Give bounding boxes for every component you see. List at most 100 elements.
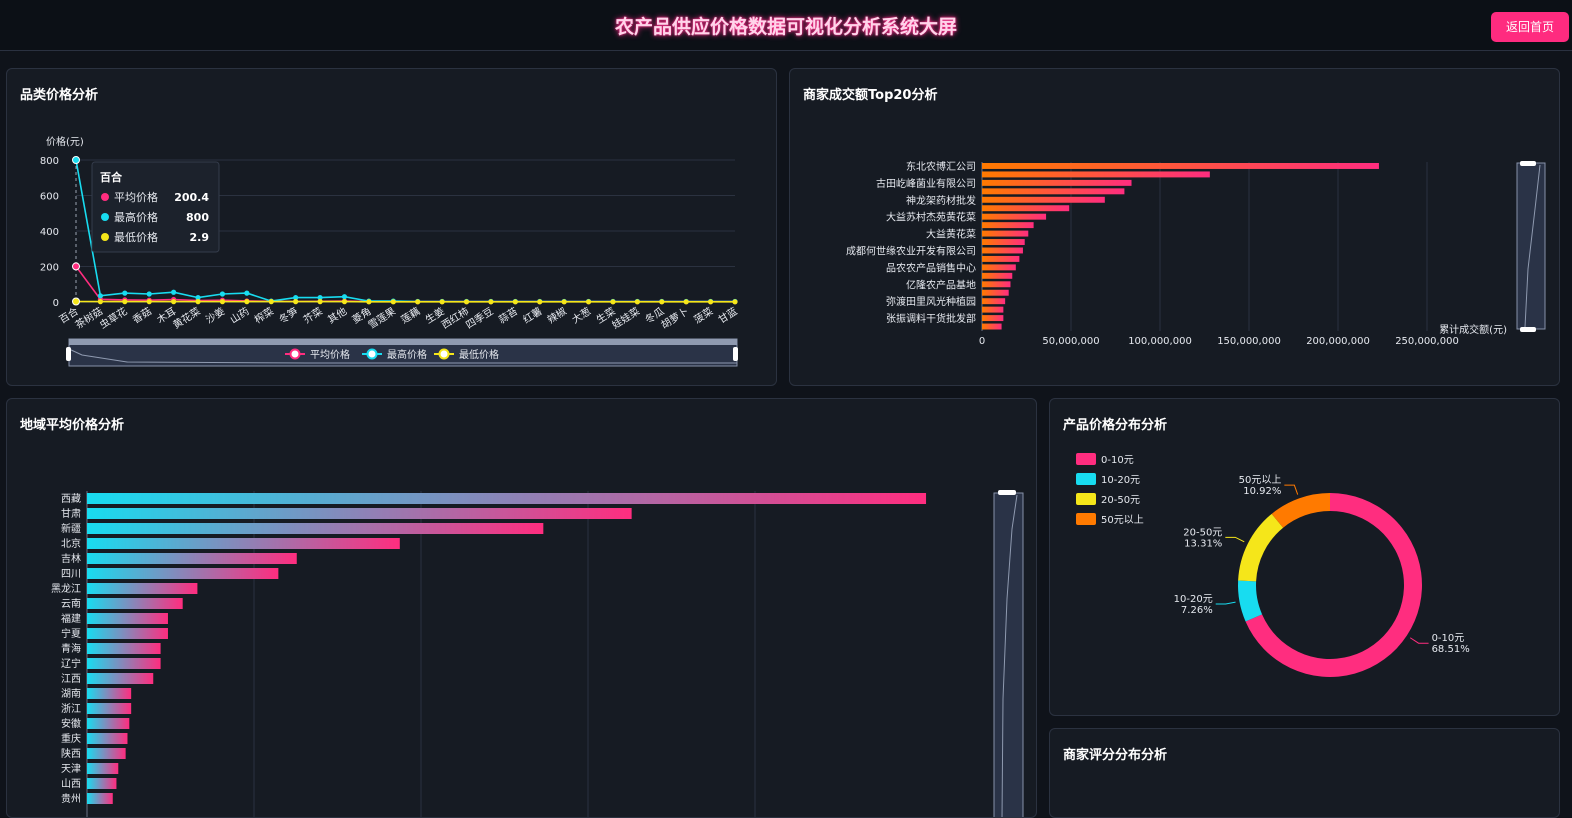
data-point[interactable] (171, 299, 176, 304)
data-point[interactable] (171, 290, 176, 295)
bar[interactable] (982, 214, 1046, 220)
data-point[interactable] (391, 299, 396, 304)
bar[interactable] (87, 688, 131, 699)
data-point[interactable] (220, 291, 225, 296)
legend-swatch[interactable] (1076, 493, 1096, 505)
data-point[interactable] (342, 294, 347, 299)
bar[interactable] (982, 171, 1210, 177)
legend-label[interactable]: 50元以上 (1101, 514, 1144, 526)
legend-label[interactable]: 10-20元 (1101, 475, 1140, 486)
legend-label[interactable]: 平均价格 (310, 348, 350, 361)
legend-swatch[interactable] (1076, 513, 1096, 525)
bar[interactable] (87, 628, 168, 639)
bar[interactable] (982, 222, 1034, 228)
data-point[interactable] (562, 299, 567, 304)
bar[interactable] (982, 290, 1009, 296)
bar[interactable] (87, 538, 400, 549)
legend-marker[interactable] (440, 350, 449, 359)
data-point[interactable] (366, 299, 371, 304)
zoom-handle-bottom[interactable] (1520, 327, 1536, 332)
bar[interactable] (982, 180, 1132, 186)
bar[interactable] (87, 598, 183, 609)
data-point[interactable] (635, 299, 640, 304)
data-point[interactable] (98, 293, 103, 298)
bar[interactable] (982, 231, 1028, 237)
back-home-button[interactable]: 返回首页 (1491, 12, 1569, 42)
bar[interactable] (87, 763, 118, 774)
legend-swatch[interactable] (1076, 473, 1096, 485)
data-point[interactable] (732, 299, 737, 304)
data-point[interactable] (342, 299, 347, 304)
data-point[interactable] (293, 299, 298, 304)
data-point[interactable] (464, 299, 469, 304)
data-point[interactable] (98, 299, 103, 304)
data-point[interactable] (244, 291, 249, 296)
bar[interactable] (87, 493, 926, 504)
bar[interactable] (87, 733, 127, 744)
data-point[interactable] (73, 263, 80, 270)
pie-slice[interactable] (1238, 581, 1262, 622)
bar[interactable] (982, 248, 1023, 254)
pie-slice[interactable] (1238, 514, 1283, 582)
zoom-handle-top[interactable] (998, 490, 1016, 495)
legend-label[interactable]: 0-10元 (1101, 455, 1134, 466)
bar[interactable] (87, 718, 129, 729)
data-point[interactable] (195, 299, 200, 304)
data-point[interactable] (586, 299, 591, 304)
bar[interactable] (982, 281, 1010, 287)
zoom-handle-top[interactable] (1520, 161, 1536, 166)
data-point[interactable] (415, 299, 420, 304)
data-point[interactable] (122, 299, 127, 304)
data-point[interactable] (513, 299, 518, 304)
bar[interactable] (87, 553, 297, 564)
bar[interactable] (87, 508, 632, 519)
data-point[interactable] (488, 299, 493, 304)
bar[interactable] (982, 197, 1105, 203)
legend-marker[interactable] (291, 350, 300, 359)
data-point[interactable] (440, 299, 445, 304)
bar[interactable] (982, 256, 1019, 262)
bar[interactable] (982, 307, 1003, 313)
bar[interactable] (87, 658, 161, 669)
legend-label[interactable]: 20-50元 (1101, 495, 1140, 506)
bar[interactable] (982, 239, 1025, 245)
zoom-slider-track[interactable] (994, 493, 1023, 818)
data-point[interactable] (220, 299, 225, 304)
bar[interactable] (87, 583, 197, 594)
zoom-handle-right[interactable] (733, 347, 738, 361)
bar[interactable] (982, 298, 1005, 304)
bar[interactable] (982, 205, 1069, 211)
data-point[interactable] (73, 298, 80, 305)
bar[interactable] (87, 613, 168, 624)
bar[interactable] (982, 273, 1012, 279)
data-point[interactable] (147, 291, 152, 296)
bar[interactable] (87, 793, 113, 804)
data-point[interactable] (537, 299, 542, 304)
bar[interactable] (982, 324, 1002, 330)
data-point[interactable] (610, 299, 615, 304)
legend-swatch[interactable] (1076, 453, 1096, 465)
bar[interactable] (87, 778, 116, 789)
bar[interactable] (87, 523, 543, 534)
legend-label[interactable]: 最低价格 (459, 348, 499, 361)
data-point[interactable] (244, 299, 249, 304)
bar[interactable] (87, 748, 126, 759)
data-point[interactable] (269, 299, 274, 304)
legend-label[interactable]: 最高价格 (387, 348, 427, 361)
data-point[interactable] (122, 291, 127, 296)
bar[interactable] (982, 163, 1379, 169)
bar[interactable] (87, 703, 131, 714)
bar[interactable] (87, 643, 161, 654)
data-point[interactable] (708, 299, 713, 304)
zoom-slider-bar[interactable] (69, 339, 737, 345)
bar[interactable] (87, 568, 278, 579)
data-point[interactable] (659, 299, 664, 304)
data-point[interactable] (684, 299, 689, 304)
bar[interactable] (982, 188, 1124, 194)
bar[interactable] (982, 315, 1003, 321)
pie-slice[interactable] (1272, 493, 1330, 528)
bar[interactable] (982, 264, 1016, 270)
data-point[interactable] (147, 299, 152, 304)
data-point[interactable] (73, 157, 80, 164)
data-point[interactable] (317, 299, 322, 304)
